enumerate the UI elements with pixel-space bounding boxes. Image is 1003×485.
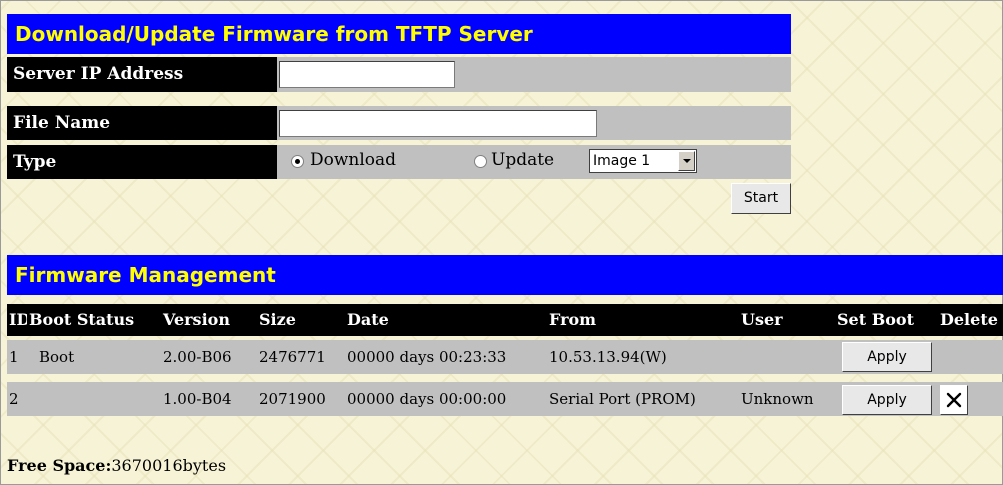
cell-id: 1: [9, 348, 19, 366]
start-button[interactable]: Start: [731, 183, 791, 214]
cell-version: 1.00-B04: [163, 390, 232, 408]
server-ip-input[interactable]: [279, 61, 455, 88]
col-id: ID: [7, 304, 27, 336]
cell-date: 00000 days 00:00:00: [347, 390, 507, 408]
apply-button[interactable]: Apply: [842, 385, 932, 415]
image-select-value: Image 1: [593, 153, 651, 169]
cell-size: 2476771: [259, 348, 326, 366]
firmware-section-title: Firmware Management: [7, 255, 1003, 295]
tftp-section-title: Download/Update Firmware from TFTP Serve…: [7, 14, 791, 54]
col-boot-status: Boot Status: [27, 304, 161, 336]
chevron-down-icon[interactable]: [678, 151, 695, 171]
col-user: User: [739, 304, 835, 336]
image-select[interactable]: Image 1: [589, 149, 697, 173]
type-label: Type: [7, 145, 277, 179]
file-name-input[interactable]: [279, 110, 597, 137]
cell-size: 2071900: [259, 390, 326, 408]
download-radio[interactable]: [291, 155, 304, 168]
radio-selected-dot: [295, 159, 300, 164]
cell-from: 10.53.13.94(W): [549, 348, 667, 366]
col-delete: Delete: [938, 304, 1003, 336]
cell-from: Serial Port (PROM): [549, 390, 696, 408]
col-set-boot: Set Boot: [835, 304, 938, 336]
cell-date: 00000 days 00:23:33: [347, 348, 507, 366]
cell-boot-status: Boot: [39, 348, 75, 366]
col-from: From: [547, 304, 739, 336]
cell-id: 2: [9, 390, 19, 408]
close-icon: [946, 392, 962, 408]
free-space-value: 3670016bytes: [111, 456, 227, 475]
col-date: Date: [345, 304, 547, 336]
update-label: Update: [491, 150, 555, 170]
col-version: Version: [161, 304, 257, 336]
cell-user: Unknown: [741, 390, 814, 408]
free-space-label: Free Space:: [7, 456, 112, 475]
free-space: Free Space:3670016bytes: [7, 456, 226, 475]
download-label: Download: [310, 150, 397, 170]
server-ip-label: Server IP Address: [7, 57, 277, 92]
delete-button[interactable]: [940, 385, 968, 415]
file-name-label: File Name: [7, 106, 277, 140]
col-size: Size: [257, 304, 345, 336]
cell-version: 2.00-B06: [163, 348, 232, 366]
apply-button[interactable]: Apply: [842, 342, 932, 372]
update-radio[interactable]: [474, 155, 487, 168]
